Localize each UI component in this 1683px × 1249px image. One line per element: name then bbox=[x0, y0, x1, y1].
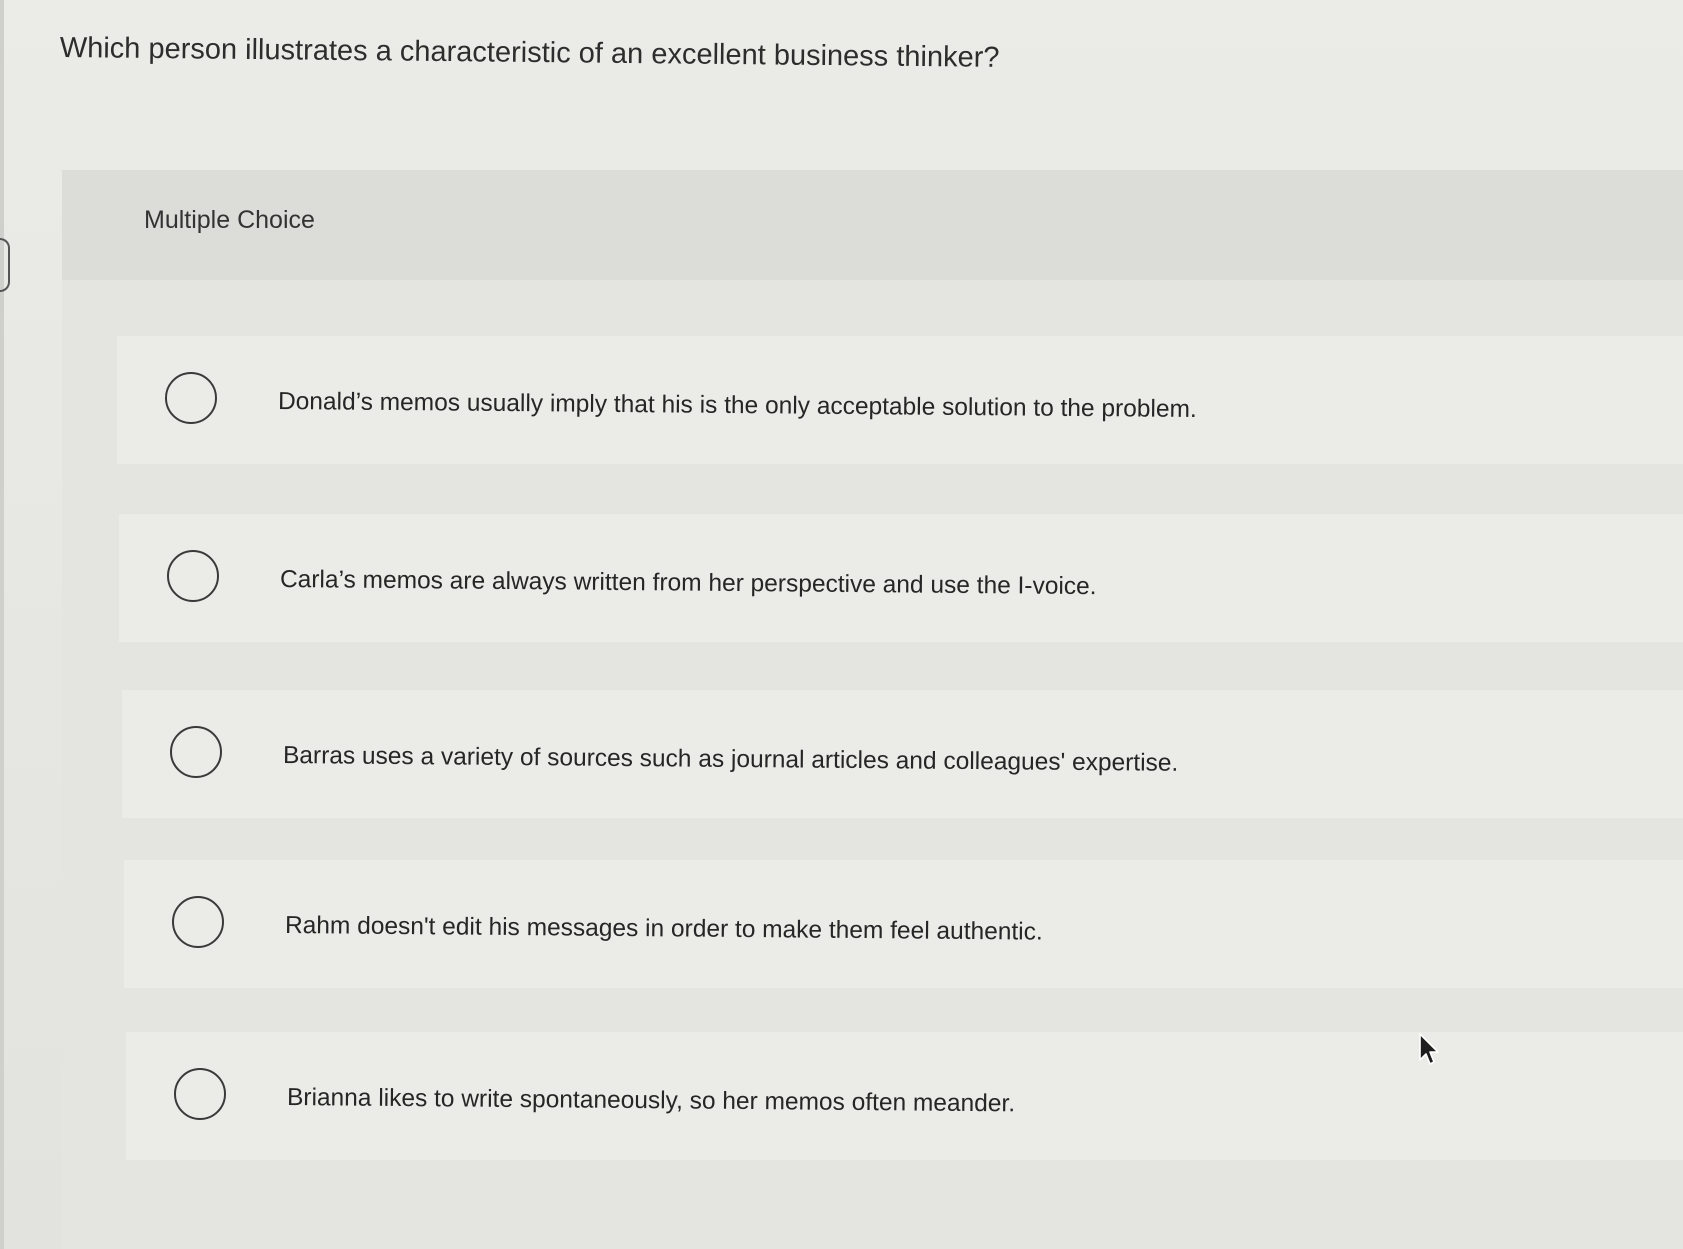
choice-option-1[interactable]: Donald’s memos usually imply that his is… bbox=[117, 336, 1683, 464]
choice-option-4[interactable]: Rahm doesn't edit his messages in order … bbox=[124, 860, 1683, 988]
choice-option-5[interactable]: Brianna likes to write spontaneously, so… bbox=[126, 1032, 1683, 1160]
choice-label: Rahm doesn't edit his messages in order … bbox=[284, 912, 1043, 946]
radio-unchecked-icon[interactable] bbox=[167, 550, 219, 602]
radio-unchecked-icon[interactable] bbox=[172, 896, 224, 948]
choice-label: Donald’s memos usually imply that his is… bbox=[277, 388, 1197, 424]
radio-unchecked-icon[interactable] bbox=[174, 1068, 226, 1120]
choice-label: Carla’s memos are always written from he… bbox=[279, 566, 1097, 601]
page-background: Which person illustrates a characteristi… bbox=[0, 0, 1683, 1249]
choice-label: Barras uses a variety of sources such as… bbox=[282, 742, 1179, 777]
choice-label: Brianna likes to write spontaneously, so… bbox=[286, 1084, 1016, 1118]
mouse-pointer-icon bbox=[1419, 1033, 1439, 1065]
radio-unchecked-icon[interactable] bbox=[170, 726, 222, 778]
choice-option-2[interactable]: Carla’s memos are always written from he… bbox=[119, 514, 1683, 642]
choice-option-3[interactable]: Barras uses a variety of sources such as… bbox=[122, 690, 1683, 818]
radio-unchecked-icon[interactable] bbox=[165, 372, 217, 424]
